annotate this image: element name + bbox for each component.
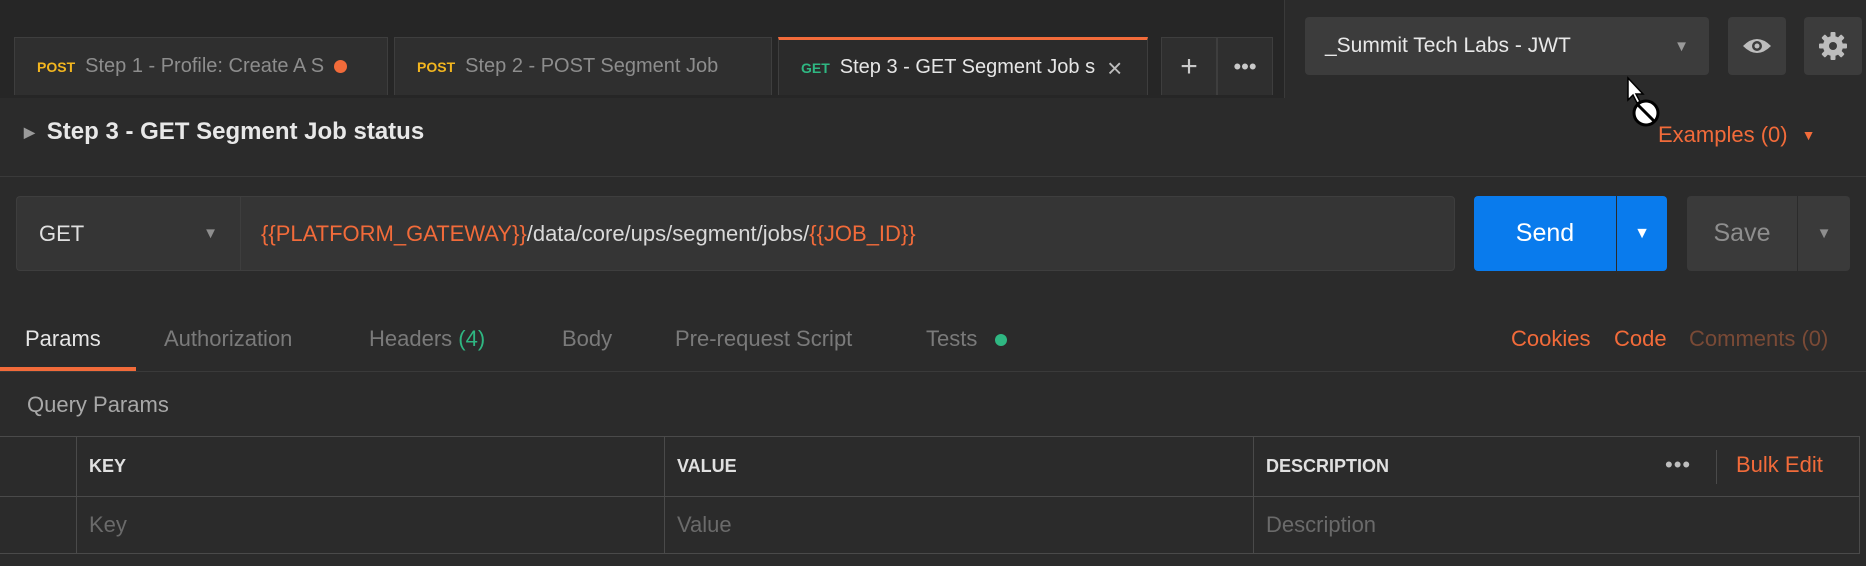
mouse-cursor-not-allowed-icon [1625, 76, 1665, 139]
comments-label: Comments (0) [1689, 326, 1829, 351]
method-badge: GET [801, 59, 830, 76]
comments-link[interactable]: Comments (0) [1689, 326, 1828, 352]
manage-environments-button[interactable] [1804, 17, 1862, 75]
column-header-key: KEY [77, 437, 665, 497]
more-icon[interactable]: ••• [1665, 452, 1691, 478]
divider [0, 176, 1866, 177]
param-key-input[interactable]: Key [77, 497, 665, 554]
chevron-down-icon: ▼ [1674, 37, 1689, 55]
tab-pre-request-script[interactable]: Pre-request Script [675, 326, 852, 352]
tests-indicator-dot [995, 334, 1008, 347]
tab-headers-label: Headers [369, 326, 453, 351]
tab-pre-request-label: Pre-request Script [675, 326, 853, 351]
param-description-input[interactable]: Description [1254, 497, 1860, 554]
environment-quick-look-button[interactable] [1728, 17, 1786, 75]
chevron-down-icon: ▼ [1801, 127, 1816, 143]
examples-label: Examples (0) [1658, 122, 1788, 147]
param-value-input[interactable]: Value [665, 497, 1254, 554]
save-button[interactable]: Save [1687, 196, 1797, 271]
column-header-value: VALUE [665, 437, 1254, 497]
close-icon[interactable]: × [1107, 55, 1122, 81]
request-title[interactable]: ▶ Step 3 - GET Segment Job status [24, 118, 424, 146]
tab-authorization-label: Authorization [164, 326, 293, 351]
chevron-down-icon: ▼ [1816, 225, 1832, 242]
method-badge: POST [37, 58, 76, 75]
tab-options-button[interactable]: ••• [1217, 37, 1273, 95]
send-options-button[interactable]: ▼ [1617, 196, 1667, 271]
headers-count: (4) [458, 326, 486, 351]
send-label: Send [1515, 219, 1575, 247]
tab-tests-label: Tests [926, 326, 978, 351]
divider [1716, 450, 1717, 484]
http-method-value: GET [39, 220, 85, 246]
query-params-heading: Query Params [27, 392, 169, 417]
expand-triangle-icon[interactable]: ▶ [24, 124, 35, 141]
tab-body-label: Body [562, 326, 613, 351]
eye-icon [1743, 39, 1771, 53]
url-variable-platform-gateway: {{PLATFORM_GATEWAY}} [261, 220, 527, 246]
examples-dropdown[interactable]: Examples (0) ▼ [1658, 122, 1815, 148]
query-params-table: KEY VALUE DESCRIPTION Key Value Descript… [0, 436, 1860, 566]
tab-authorization[interactable]: Authorization [164, 326, 292, 352]
save-label: Save [1713, 219, 1771, 247]
unsaved-indicator [334, 60, 348, 73]
bulk-edit-link[interactable]: Bulk Edit [1736, 452, 1823, 478]
gear-icon [1819, 32, 1847, 60]
cookies-label: Cookies [1511, 326, 1591, 351]
divider [0, 371, 1866, 372]
url-variable-job-id: {{JOB_ID}} [809, 220, 916, 246]
request-name: Step 3 - GET Segment Job status [46, 118, 425, 145]
more-icon: ••• [1233, 53, 1257, 79]
environment-name: _Summit Tech Labs - JWT [1325, 34, 1571, 57]
http-method-select[interactable]: GET ▼ [16, 196, 240, 271]
url-input[interactable]: {{PLATFORM_GATEWAY}}/data/core/ups/segme… [240, 196, 1455, 271]
plus-icon: + [1180, 49, 1198, 83]
chevron-down-icon: ▼ [1634, 224, 1650, 242]
url-path: /data/core/ups/segment/jobs/ [526, 220, 810, 246]
request-tab-active[interactable]: GET Step 3 - GET Segment Job s × [778, 37, 1148, 95]
code-link[interactable]: Code [1614, 326, 1667, 352]
send-button[interactable]: Send [1474, 196, 1616, 271]
cookies-link[interactable]: Cookies [1511, 326, 1590, 352]
tab-params[interactable]: Params [25, 326, 101, 352]
tab-tests[interactable]: Tests [926, 326, 1008, 352]
tab-label: Step 1 - Profile: Create A S [85, 55, 325, 77]
row-checkbox-header [0, 437, 77, 497]
row-checkbox[interactable] [0, 497, 77, 554]
chevron-down-icon: ▼ [203, 225, 218, 242]
save-options-button[interactable]: ▼ [1798, 196, 1850, 271]
tab-body[interactable]: Body [562, 326, 612, 352]
request-tab[interactable]: POST Step 1 - Profile: Create A S [14, 37, 388, 95]
code-label: Code [1614, 326, 1667, 351]
environment-select[interactable]: _Summit Tech Labs - JWT ▼ [1305, 17, 1709, 75]
method-badge: POST [417, 58, 456, 75]
request-tab-bar: POST Step 1 - Profile: Create A S POST S… [0, 0, 1284, 98]
request-tab[interactable]: POST Step 2 - POST Segment Job [394, 37, 772, 95]
tab-params-label: Params [25, 326, 101, 351]
tab-label: Step 2 - POST Segment Job [465, 55, 719, 77]
tab-headers[interactable]: Headers (4) [369, 326, 485, 352]
new-tab-button[interactable]: + [1161, 37, 1217, 95]
tab-label: Step 3 - GET Segment Job s [839, 56, 1096, 78]
